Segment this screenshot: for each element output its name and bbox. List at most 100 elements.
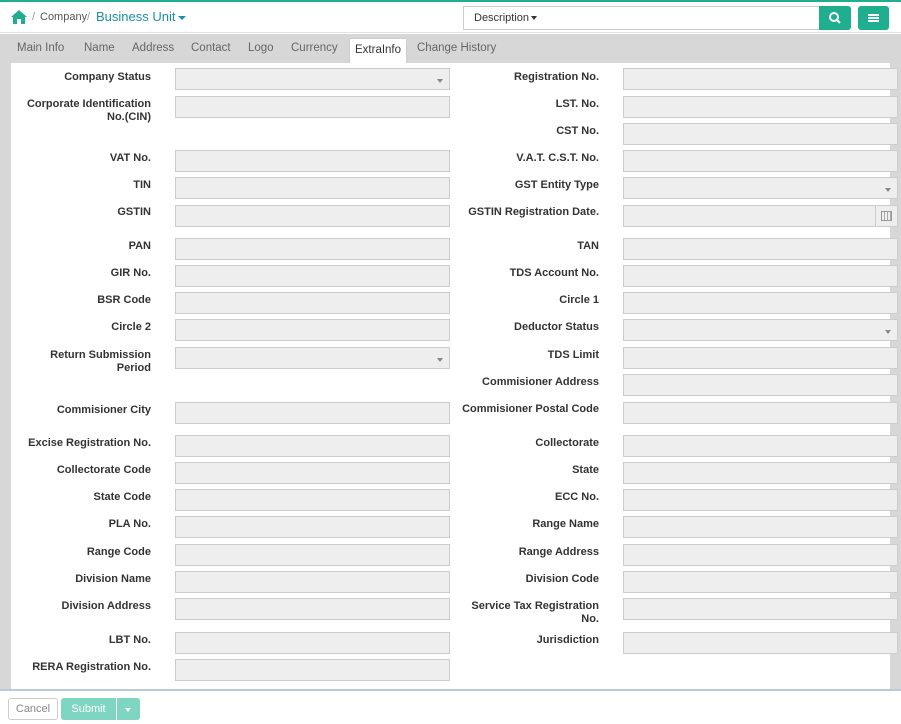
gstin-field[interactable] [175, 205, 450, 227]
tan-field[interactable] [623, 238, 898, 260]
division-code-field[interactable] [623, 571, 898, 593]
chevron-down-icon [178, 15, 187, 20]
return-submission-period-select[interactable] [175, 347, 450, 369]
submit-dropdown-toggle[interactable] [117, 698, 140, 720]
gir-no-label: GIR No. [110, 267, 151, 279]
search-button[interactable] [819, 6, 851, 30]
content-frame: Company Status Corporate Identification N… [0, 63, 901, 690]
division-address-field[interactable] [175, 598, 450, 620]
deductor-status-label: Deductor Status [514, 321, 599, 333]
lbt-no-field[interactable] [175, 632, 450, 654]
state-code-field[interactable] [175, 489, 450, 511]
gst-entity-type-select[interactable] [623, 177, 898, 199]
breadcrumb-company[interactable]: Company [40, 11, 87, 23]
tab-name[interactable]: Name [84, 42, 115, 54]
range-code-field[interactable] [175, 544, 450, 566]
circle-1-label: Circle 1 [559, 294, 599, 306]
commisioner-address-field[interactable] [623, 374, 898, 396]
cancel-button[interactable]: Cancel [8, 698, 58, 720]
company-status-label: Company Status [64, 71, 151, 83]
range-name-field[interactable] [623, 516, 898, 538]
submit-button[interactable]: Submit [61, 698, 116, 720]
collectorate-code-field[interactable] [175, 462, 450, 484]
division-code-label: Division Code [525, 573, 599, 585]
commisioner-address-label: Commisioner Address [482, 376, 599, 388]
lst-no-label: LST. No. [555, 98, 599, 110]
gstin-registration-date-date-field[interactable] [623, 205, 898, 227]
tab-extrainfo[interactable]: ExtraInfo [349, 38, 408, 65]
cst-no-field[interactable] [623, 123, 898, 145]
pla-no-label: PLA No. [108, 518, 151, 530]
bsr-code-field[interactable] [175, 292, 450, 314]
jurisdiction-field[interactable] [623, 632, 898, 654]
pan-label: PAN [128, 240, 151, 252]
v-a-t-c-s-t-no-field[interactable] [623, 150, 898, 172]
circle-1-field[interactable] [623, 292, 898, 314]
company-status-select[interactable] [175, 68, 450, 90]
deductor-status-select[interactable] [623, 319, 898, 341]
tab-address[interactable]: Address [132, 42, 174, 54]
tab-logo[interactable]: Logo [248, 42, 274, 54]
commisioner-postal-code-field[interactable] [623, 402, 898, 424]
calendar-button[interactable] [875, 206, 897, 226]
tds-account-no-label: TDS Account No. [509, 267, 599, 279]
tab-bar: Main Info Name Address Contact Logo Curr… [0, 34, 901, 65]
division-name-field[interactable] [175, 571, 450, 593]
state-code-label: State Code [93, 491, 151, 503]
service-tax-registration-no-label: Service Tax Registration No. [471, 600, 599, 625]
lst-no-field[interactable] [623, 96, 898, 118]
collectorate-field[interactable] [623, 435, 898, 457]
menu-icon [868, 17, 879, 19]
commisioner-city-field[interactable] [175, 402, 450, 424]
jurisdiction-label: Jurisdiction [536, 634, 599, 646]
tab-currency[interactable]: Currency [291, 42, 338, 54]
menu-button[interactable] [858, 6, 889, 30]
tin-field[interactable] [175, 177, 450, 199]
range-code-label: Range Code [86, 546, 151, 558]
search-filter-label: Description [474, 12, 530, 24]
footer-bar: Cancel Submit [0, 691, 901, 724]
ecc-no-field[interactable] [623, 489, 898, 511]
range-address-label: Range Address [518, 546, 599, 558]
tan-label: TAN [577, 240, 599, 252]
tab-contact[interactable]: Contact [191, 42, 231, 54]
bsr-code-label: BSR Code [97, 294, 151, 306]
circle-2-label: Circle 2 [111, 321, 151, 333]
division-name-label: Division Name [75, 573, 151, 585]
ecc-no-label: ECC No. [555, 491, 599, 503]
service-tax-registration-no-field[interactable] [623, 598, 898, 620]
search-input[interactable] [547, 6, 820, 30]
state-field[interactable] [623, 462, 898, 484]
breadcrumb-business-unit[interactable]: Business Unit [96, 9, 187, 24]
tds-limit-field[interactable] [623, 347, 898, 369]
return-submission-period-label: Return Submission Period [50, 349, 151, 374]
cst-no-label: CST No. [556, 125, 599, 137]
search-filter-select[interactable]: Description [463, 6, 548, 30]
gstin-registration-date-label: GSTIN Registration Date. [468, 206, 599, 218]
home-icon[interactable] [11, 10, 27, 24]
tin-label: TIN [133, 179, 151, 191]
tab-change-history[interactable]: Change History [417, 42, 496, 54]
registration-no-field[interactable] [623, 68, 898, 90]
tds-account-no-field[interactable] [623, 265, 898, 287]
tab-main-info[interactable]: Main Info [17, 42, 64, 54]
range-address-field[interactable] [623, 544, 898, 566]
corporate-identification-no-cin-field[interactable] [175, 96, 450, 118]
breadcrumb-business-unit-label: Business Unit [96, 9, 176, 24]
collectorate-label: Collectorate [535, 437, 599, 449]
chevron-down-icon [531, 16, 538, 21]
rera-registration-no-field[interactable] [175, 659, 450, 681]
gir-no-field[interactable] [175, 265, 450, 287]
rera-registration-no-label: RERA Registration No. [32, 661, 151, 673]
pla-no-field[interactable] [175, 516, 450, 538]
registration-no-label: Registration No. [514, 71, 599, 83]
vat-no-field[interactable] [175, 150, 450, 172]
commisioner-postal-code-label: Commisioner Postal Code [462, 403, 599, 415]
pan-field[interactable] [175, 238, 450, 260]
v-a-t-c-s-t-no-label: V.A.T. C.S.T. No. [516, 152, 599, 164]
chevron-down-icon [885, 188, 891, 192]
breadcrumb-separator: / [32, 11, 36, 23]
circle-2-field[interactable] [175, 319, 450, 341]
breadcrumb-separator: / [87, 11, 91, 23]
excise-registration-no-field[interactable] [175, 435, 450, 457]
